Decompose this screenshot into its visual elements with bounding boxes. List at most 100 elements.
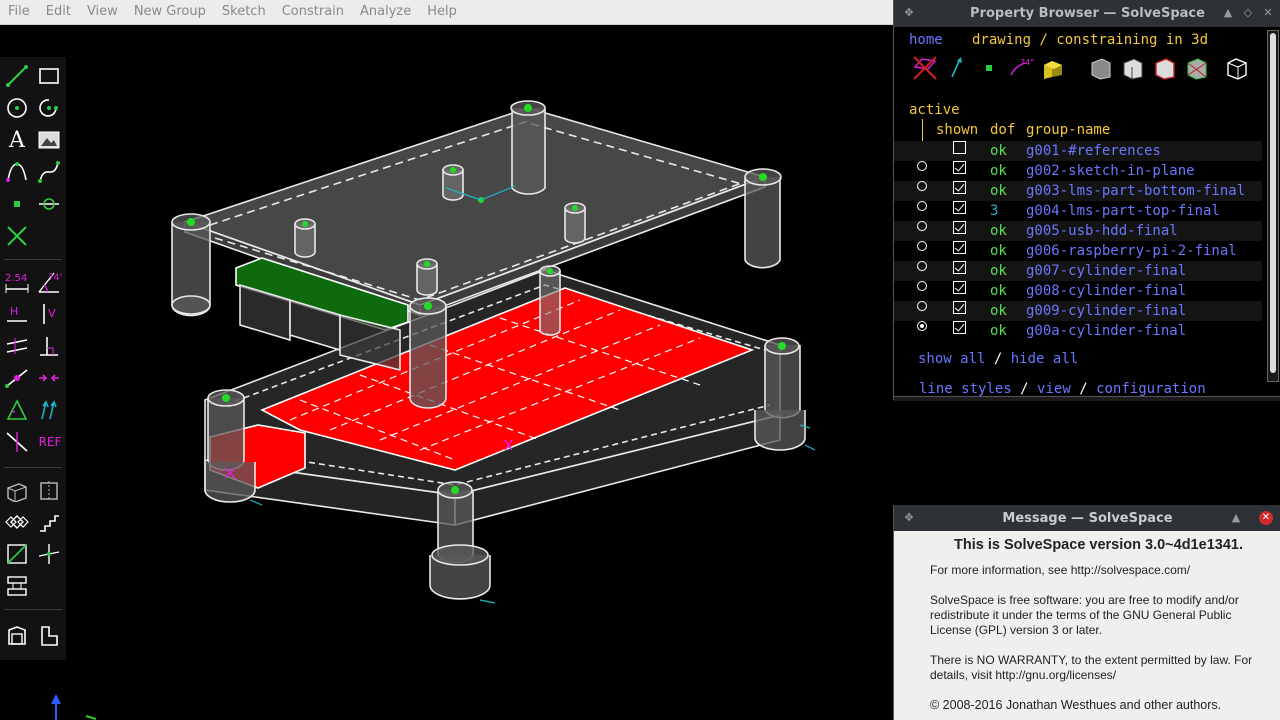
property-browser-titlebar[interactable]: ✥ Property Browser — SolveSpace ▲ ◇ ✕ [894, 0, 1280, 27]
group-name-link[interactable]: g001-#references [1026, 141, 1161, 161]
image-tool[interactable] [36, 127, 62, 153]
symmetric-constraint-tool[interactable] [36, 365, 62, 391]
step-translating-tool[interactable] [36, 509, 62, 535]
maximize-icon[interactable]: ◇ [1241, 6, 1255, 20]
menu-constrain[interactable]: Constrain [274, 0, 352, 24]
outlines-view-icon[interactable] [1152, 55, 1178, 81]
other-supplementary-tool[interactable] [4, 429, 30, 455]
text-tool[interactable]: A [4, 127, 30, 153]
line-segment-tool[interactable] [4, 63, 30, 89]
group-row[interactable]: ok g009-cylinder-final [894, 301, 1262, 321]
same-orientation-tool[interactable] [36, 397, 62, 423]
menu-sketch[interactable]: Sketch [214, 0, 274, 24]
import-assembly-tool[interactable] [4, 573, 30, 599]
active-radio[interactable] [917, 161, 927, 171]
window-menu-icon[interactable]: ✥ [902, 6, 916, 20]
property-browser-scrollbar[interactable] [1267, 30, 1279, 382]
normals-visibility-icon[interactable] [944, 55, 970, 81]
active-radio[interactable] [917, 201, 927, 211]
shown-checkbox[interactable] [953, 241, 966, 254]
workplane-tool[interactable] [4, 541, 30, 567]
nearest-isometric-view-tool[interactable] [4, 623, 30, 649]
line-styles-link[interactable]: line styles [919, 381, 1012, 397]
shown-checkbox[interactable] [953, 261, 966, 274]
rectangle-tool[interactable] [36, 63, 62, 89]
group-name-link[interactable]: g004-lms-part-top-final [1026, 201, 1220, 221]
group-row[interactable]: 3 g004-lms-part-top-final [894, 201, 1262, 221]
workplane-axes-tool[interactable] [36, 541, 62, 567]
arc-tool[interactable] [36, 95, 62, 121]
shown-checkbox[interactable] [953, 141, 966, 154]
group-name-link[interactable]: g005-usb-hdd-final [1026, 221, 1178, 241]
shown-checkbox[interactable] [953, 181, 966, 194]
split-curves-tool[interactable] [4, 223, 30, 249]
bezier-spline-tool[interactable] [36, 159, 62, 185]
minimize-icon[interactable]: ▲ [1229, 511, 1243, 525]
faces-visibility-icon[interactable] [1040, 55, 1066, 81]
shown-checkbox[interactable] [953, 301, 966, 314]
active-radio[interactable] [917, 281, 927, 291]
group-name-link[interactable]: g006-raspberry-pi-2-final [1026, 241, 1237, 261]
shown-checkbox[interactable] [953, 201, 966, 214]
active-radio[interactable] [917, 321, 927, 331]
shown-checkbox[interactable] [953, 321, 966, 334]
active-radio[interactable] [917, 221, 927, 231]
group-name-link[interactable]: g009-cylinder-final [1026, 301, 1186, 321]
hidden-lines-icon[interactable] [1224, 55, 1250, 81]
menu-file[interactable]: File [0, 0, 38, 24]
active-radio[interactable] [917, 261, 927, 271]
group-row[interactable]: ok g00a-cylinder-final [894, 321, 1262, 341]
group-row[interactable]: ok g001-#references [894, 141, 1262, 161]
active-radio[interactable] [917, 181, 927, 191]
menu-help[interactable]: Help [419, 0, 465, 24]
group-row[interactable]: ok g002-sketch-in-plane [894, 161, 1262, 181]
tangent-arc-tool[interactable] [4, 159, 30, 185]
show-all-link[interactable]: show all [918, 351, 985, 367]
vertical-constraint-tool[interactable]: V [36, 301, 62, 327]
group-row[interactable]: ok g008-cylinder-final [894, 281, 1262, 301]
nearest-ortho-view-tool[interactable] [36, 623, 62, 649]
reference-toggle-tool[interactable]: REF [36, 429, 64, 455]
group-row[interactable]: ok g003-lms-part-bottom-final [894, 181, 1262, 201]
shown-checkbox[interactable] [953, 221, 966, 234]
model-drawing[interactable] [0, 25, 893, 720]
parallel-constraint-tool[interactable] [4, 333, 30, 359]
workplanes-visibility-icon[interactable] [912, 55, 938, 81]
shown-checkbox[interactable] [953, 281, 966, 294]
constraints-visibility-icon[interactable]: 74° [1008, 55, 1034, 81]
horizontal-constraint-tool[interactable]: H [4, 301, 30, 327]
minimize-icon[interactable]: ▲ [1221, 6, 1235, 20]
equal-length-tool[interactable] [4, 397, 30, 423]
group-row[interactable]: ok g006-raspberry-pi-2-final [894, 241, 1262, 261]
hide-all-link[interactable]: hide all [1011, 351, 1078, 367]
close-icon[interactable]: ✕ [1261, 6, 1275, 20]
view-link[interactable]: view [1037, 381, 1071, 397]
active-radio[interactable] [917, 301, 927, 311]
group-name-link[interactable]: g008-cylinder-final [1026, 281, 1186, 301]
message-titlebar[interactable]: ✥ Message — SolveSpace ▲ ✕ [894, 505, 1280, 531]
workplane-point-tool[interactable] [36, 191, 62, 217]
mesh-view-icon[interactable] [1184, 55, 1210, 81]
menu-edit[interactable]: Edit [38, 0, 79, 24]
edges-view-icon[interactable] [1120, 55, 1146, 81]
scrollbar-thumb[interactable] [1270, 33, 1276, 373]
point-on-line-tool[interactable] [4, 365, 30, 391]
angle-dimension-tool[interactable]: 74° [36, 269, 62, 295]
lathe-tool[interactable] [36, 477, 62, 503]
group-row[interactable]: ok g005-usb-hdd-final [894, 221, 1262, 241]
group-row[interactable]: ok g007-cylinder-final [894, 261, 1262, 281]
point-tool[interactable] [4, 191, 30, 217]
distance-dimension-tool[interactable]: 2.54 [4, 269, 30, 295]
group-name-link[interactable]: g00a-cylinder-final [1026, 321, 1186, 341]
window-menu-icon[interactable]: ✥ [902, 511, 916, 525]
group-name-link[interactable]: g002-sketch-in-plane [1026, 161, 1195, 181]
home-link[interactable]: home [909, 32, 943, 48]
points-visibility-icon[interactable] [976, 55, 1002, 81]
circle-tool[interactable] [4, 95, 30, 121]
menu-analyze[interactable]: Analyze [352, 0, 419, 24]
close-icon[interactable]: ✕ [1259, 511, 1273, 525]
step-rotating-tool[interactable] [4, 509, 30, 535]
extrude-tool[interactable] [4, 477, 30, 503]
shaded-view-icon[interactable] [1088, 55, 1114, 81]
group-name-link[interactable]: g003-lms-part-bottom-final [1026, 181, 1245, 201]
